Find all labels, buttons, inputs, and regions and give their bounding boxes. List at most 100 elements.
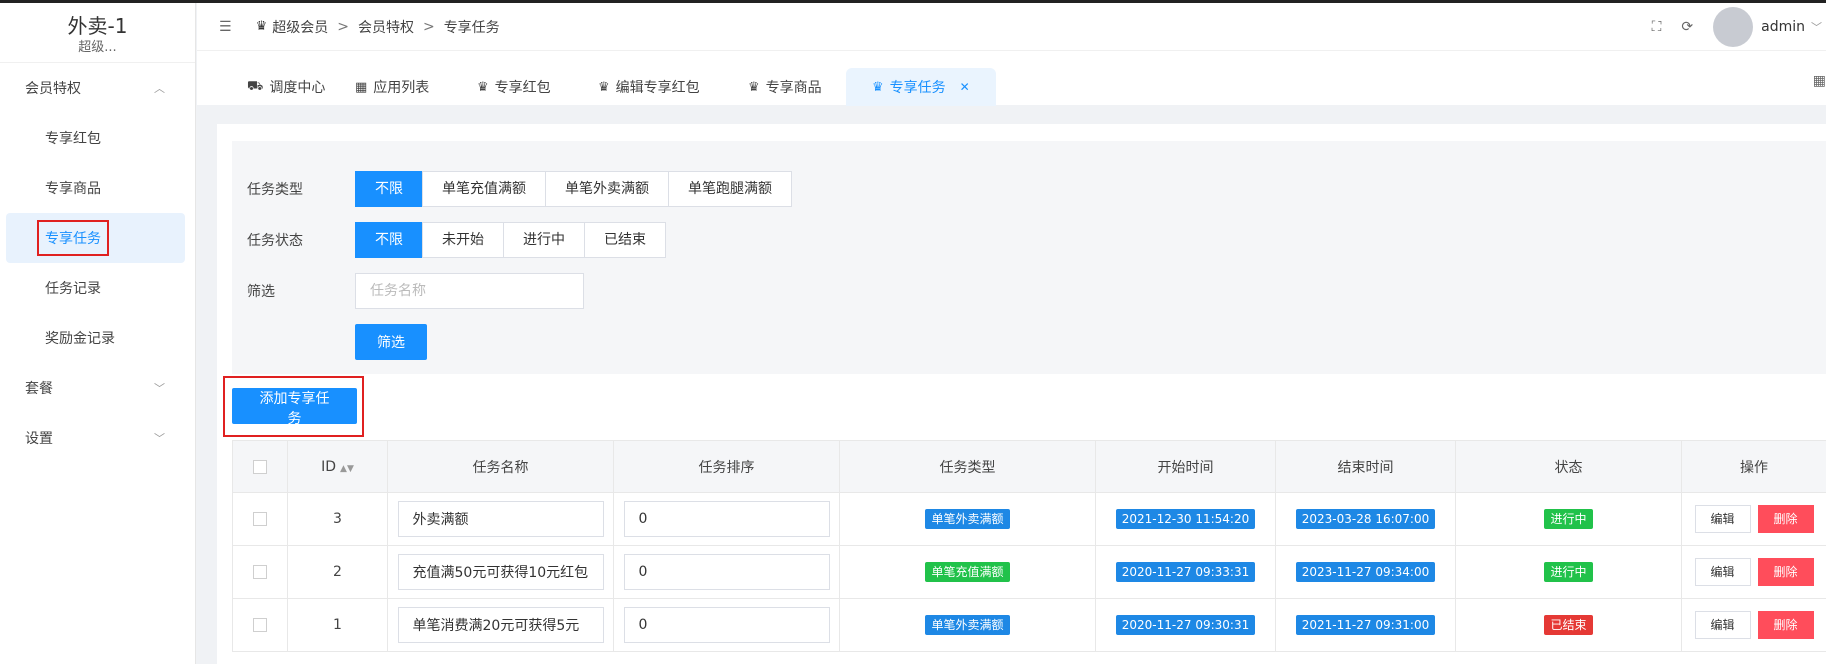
breadcrumb-item: 专享任务 <box>443 19 500 36</box>
edit-button[interactable]: 编辑 <box>1694 611 1751 639</box>
menu-group-label: 套餐 <box>25 381 53 397</box>
column-header-type: 任务类型 <box>839 440 1096 493</box>
filter-button[interactable]: 筛选 <box>355 324 427 360</box>
column-header-end: 结束时间 <box>1275 440 1456 493</box>
page-tabs: ⛟ 调度中心 ▦ 应用列表 ♛ 专享红包 ♛ 编辑专享红包 ♛ 专享商品 ♛ 专… <box>197 50 1826 106</box>
brand-subtitle: 超级... <box>78 40 117 55</box>
tab-dispatch-center[interactable]: ⛟ 调度中心 <box>247 68 325 106</box>
chevron-down-icon: ﹀ <box>154 432 165 445</box>
start-time-badge: 2021-12-30 11:54:20 <box>1115 509 1256 529</box>
breadcrumb-item[interactable]: 会员特权 <box>358 17 414 37</box>
edit-button[interactable]: 编辑 <box>1694 505 1751 533</box>
sidebar: 外卖-1 超级... 会员特权 ︿ 专享红包 专享商品 专享任务 任务记录 奖励… <box>0 3 196 664</box>
sort-icon[interactable]: ▲▼ <box>340 464 354 474</box>
end-time-badge: 2023-03-28 16:07:00 <box>1295 509 1436 529</box>
column-header-status: 状态 <box>1455 440 1682 493</box>
main-content: 任务类型 不限 单笔充值满额 单笔外卖满额 单笔跑腿满额 任务状态 不限 未开始… <box>217 124 1826 664</box>
menu-group-member-privileges[interactable]: 会员特权 ︿ <box>0 63 195 113</box>
tab-exclusive-task[interactable]: ♛ 专享任务 ✕ <box>846 68 996 106</box>
start-time-badge: 2020-11-27 09:30:31 <box>1115 615 1256 635</box>
sidebar-item-exclusive-redpacket[interactable]: 专享红包 <box>0 113 195 163</box>
sidebar-item-task-records[interactable]: 任务记录 <box>0 263 195 313</box>
table-header-row: ID ▲▼ 任务名称 任务排序 任务类型 开始时间 结束时间 状态 操作 <box>232 440 1826 493</box>
task-name-search-input[interactable] <box>355 273 584 309</box>
task-name-input[interactable] <box>397 501 604 537</box>
task-status-option-in-progress[interactable]: 进行中 <box>503 222 585 258</box>
sidebar-item-label: 专享商品 <box>45 181 101 197</box>
sidebar-item-label: 专享任务 <box>37 220 109 256</box>
status-badge: 已结束 <box>1544 615 1593 635</box>
sidebar-item-exclusive-goods[interactable]: 专享商品 <box>0 163 195 213</box>
task-status-option-ended[interactable]: 已结束 <box>584 222 666 258</box>
delete-button[interactable]: 删除 <box>1757 558 1814 586</box>
crown-icon: ♛ <box>598 79 610 95</box>
collapse-menu-icon[interactable]: ☰ <box>219 19 232 35</box>
tab-edit-exclusive-redpacket[interactable]: ♛ 编辑专享红包 <box>598 68 700 106</box>
task-status-selector: 不限 未开始 进行中 已结束 <box>355 222 666 258</box>
breadcrumb-separator: > <box>422 18 435 35</box>
delete-button[interactable]: 删除 <box>1757 611 1814 639</box>
task-sort-input[interactable] <box>623 501 830 537</box>
task-sort-input[interactable] <box>623 607 830 643</box>
task-table: ID▲▼ 任务名称 任务排序 任务类型 开始时间 结束时间 状态 操作 3 单笔… <box>232 440 1826 652</box>
edit-button[interactable]: 编辑 <box>1694 558 1751 586</box>
table-row: 3 单笔外卖满额 2021-12-30 11:54:20 2023-03-28 … <box>232 492 1826 546</box>
crown-icon: ♛ <box>872 79 884 95</box>
menu-group-settings[interactable]: 设置 ﹀ <box>0 413 195 463</box>
avatar[interactable] <box>1713 6 1754 47</box>
select-all-checkbox[interactable] <box>253 459 267 474</box>
column-header-id[interactable]: ID ▲▼ <box>287 440 388 493</box>
task-name-input[interactable] <box>397 607 604 643</box>
end-time-badge: 2021-11-27 09:31:00 <box>1295 615 1436 635</box>
grid-icon: ▦ <box>355 79 368 95</box>
tab-label: 编辑专享红包 <box>615 80 700 96</box>
task-name-input[interactable] <box>397 554 604 590</box>
crown-icon: ♛ <box>748 79 760 95</box>
sidebar-item-exclusive-task[interactable]: 专享任务 <box>6 213 185 263</box>
delete-button[interactable]: 删除 <box>1757 505 1814 533</box>
tab-exclusive-goods[interactable]: ♛ 专享商品 <box>748 68 822 106</box>
dispatch-icon: ⛟ <box>247 78 264 94</box>
chevron-down-icon[interactable]: ﹀ <box>1811 19 1822 35</box>
task-type-selector: 不限 单笔充值满额 单笔外卖满额 单笔跑腿满额 <box>355 171 792 207</box>
column-header-name: 任务名称 <box>387 440 614 493</box>
add-exclusive-task-button[interactable]: 添加专享任务 <box>232 388 357 427</box>
filter-label: 任务状态 <box>247 233 303 249</box>
close-icon[interactable]: ✕ <box>960 80 970 94</box>
tab-app-list[interactable]: ▦ 应用列表 <box>355 68 429 106</box>
status-badge: 进行中 <box>1544 562 1593 582</box>
fullscreen-icon[interactable]: ⛶ <box>1652 19 1662 35</box>
task-type-option-errand[interactable]: 单笔跑腿满额 <box>668 171 792 207</box>
menu-group-label: 设置 <box>25 431 53 447</box>
tabs-menu-icon[interactable]: ▦ <box>1813 73 1826 89</box>
filter-row-task-type: 任务类型 不限 单笔充值满额 单笔外卖满额 单笔跑腿满额 <box>247 171 792 207</box>
task-sort-input[interactable] <box>623 554 830 590</box>
menu-group-package[interactable]: 套餐 ﹀ <box>0 363 195 413</box>
row-checkbox[interactable] <box>253 512 267 526</box>
menu-group-label: 会员特权 <box>25 81 81 97</box>
sidebar-item-reward-records[interactable]: 奖励金记录 <box>0 313 195 363</box>
sidebar-item-label: 奖励金记录 <box>45 331 115 347</box>
row-checkbox[interactable] <box>253 565 267 579</box>
row-checkbox[interactable] <box>253 618 267 632</box>
task-type-option-all[interactable]: 不限 <box>355 171 423 207</box>
table-row: 2 单笔充值满额 2020-11-27 09:33:31 2023-11-27 … <box>232 545 1826 599</box>
tab-exclusive-redpacket[interactable]: ♛ 专享红包 <box>477 68 551 106</box>
task-status-option-not-started[interactable]: 未开始 <box>422 222 504 258</box>
chevron-up-icon: ︿ <box>154 82 165 95</box>
sidebar-item-label: 任务记录 <box>45 281 101 297</box>
filter-panel: 任务类型 不限 单笔充值满额 单笔外卖满额 单笔跑腿满额 任务状态 不限 未开始… <box>232 141 1826 374</box>
crown-icon: ♛ <box>477 79 489 95</box>
filter-row-submit: 筛选 <box>247 324 427 360</box>
breadcrumb-separator: > <box>337 18 349 35</box>
breadcrumb-item[interactable]: 超级会员 <box>272 17 328 37</box>
task-type-option-recharge[interactable]: 单笔充值满额 <box>422 171 546 207</box>
task-type-badge: 单笔外卖满额 <box>925 509 1010 529</box>
tab-label: 专享商品 <box>765 80 822 96</box>
task-type-option-takeaway[interactable]: 单笔外卖满额 <box>545 171 669 207</box>
task-status-option-all[interactable]: 不限 <box>355 222 423 258</box>
user-name[interactable]: admin <box>1761 19 1805 35</box>
crown-icon: ♛ <box>255 19 268 34</box>
refresh-icon[interactable]: ⟳ <box>1681 19 1693 35</box>
column-header-actions: 操作 <box>1681 440 1826 493</box>
